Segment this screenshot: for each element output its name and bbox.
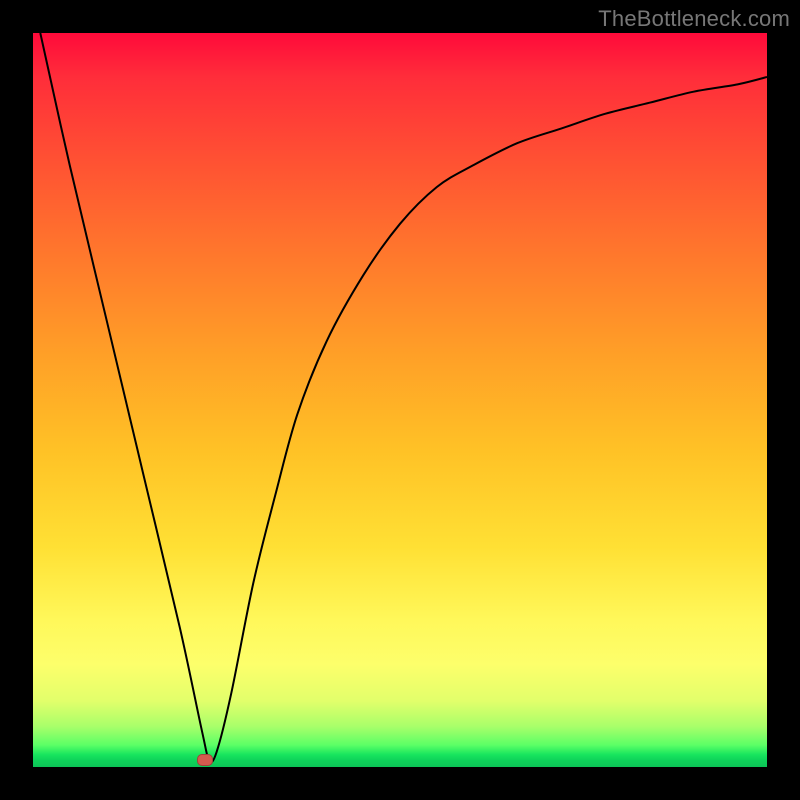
curve-svg (33, 33, 767, 767)
bottleneck-curve (40, 33, 767, 762)
plot-area (33, 33, 767, 767)
chart-frame: TheBottleneck.com (0, 0, 800, 800)
watermark-text: TheBottleneck.com (598, 6, 790, 32)
optimal-point-marker (197, 754, 213, 766)
